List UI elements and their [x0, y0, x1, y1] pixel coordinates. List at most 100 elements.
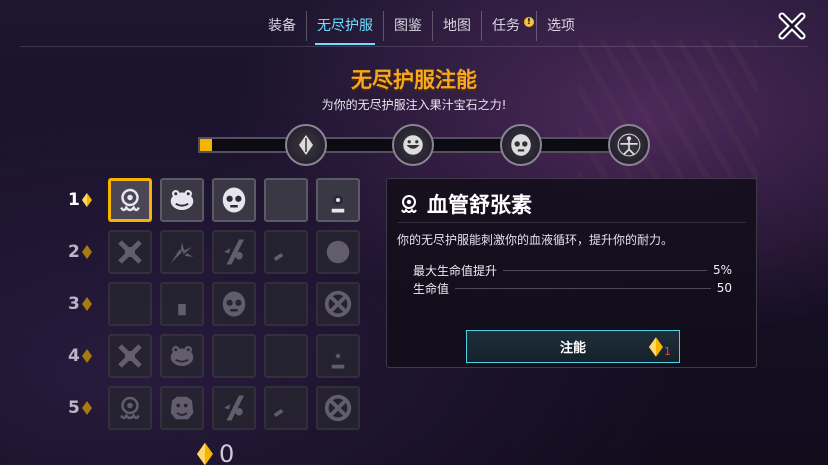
perk-slot[interactable] — [316, 334, 360, 378]
perk-slot[interactable] — [316, 282, 360, 326]
perk-slot[interactable] — [212, 334, 256, 378]
stat-leader — [455, 287, 711, 289]
tab-quests[interactable]: 任务! — [482, 11, 537, 41]
tentacle-face-icon — [120, 396, 140, 420]
perk-slot[interactable] — [264, 386, 308, 430]
infuse-cost: 1 — [649, 337, 671, 357]
close-x-icon — [778, 12, 806, 40]
perk-slot[interactable] — [108, 178, 152, 222]
progress-fill — [200, 139, 213, 151]
fleur-mask-icon — [271, 185, 301, 215]
swirl-icon — [273, 252, 284, 262]
close-button[interactable] — [778, 12, 806, 40]
cost-amount: 1 — [664, 345, 671, 358]
perk-slot[interactable] — [212, 230, 256, 274]
row-number: 3 — [68, 294, 80, 314]
tab-equipment[interactable]: 装备 — [258, 11, 307, 41]
juice-gem-icon — [81, 349, 92, 363]
row-number: 5 — [68, 398, 80, 418]
tab-label: 无尽护服 — [317, 18, 373, 34]
page-title: 无尽护服注能 — [351, 68, 477, 92]
tab-map[interactable]: 地图 — [433, 11, 482, 41]
milestone-4[interactable] — [608, 124, 650, 166]
round-mask-icon — [222, 291, 246, 317]
milestone-1[interactable] — [285, 124, 327, 166]
tab-label: 选项 — [547, 18, 575, 34]
nav-divider — [20, 46, 808, 47]
page-subtitle: 为你的无尽护服注入果汁宝石之力! — [321, 98, 507, 112]
infuse-button[interactable]: 注能 1 — [466, 330, 680, 363]
round-mask-icon — [222, 187, 246, 213]
stat-value: 5% — [712, 263, 732, 277]
perk-slot[interactable] — [264, 178, 308, 222]
helmet-face-icon — [331, 351, 345, 369]
crossed-cross-icon — [118, 344, 142, 368]
row-number: 4 — [68, 346, 80, 366]
juice-gem-balance: 0 — [197, 440, 234, 465]
frog-face-icon — [170, 346, 194, 366]
milestone-2[interactable] — [392, 124, 434, 166]
stat-leader — [503, 269, 707, 271]
perk-slot[interactable] — [160, 386, 204, 430]
perk-slot[interactable] — [160, 178, 204, 222]
slash-mark-icon — [224, 239, 244, 265]
perk-slot[interactable] — [108, 334, 152, 378]
perk-slot[interactable] — [160, 282, 204, 326]
perk-slot[interactable] — [264, 282, 308, 326]
perk-slot[interactable] — [212, 178, 256, 222]
tab-options[interactable]: 选项 — [537, 11, 585, 41]
tab-endless-suit[interactable]: 无尽护服 — [307, 11, 384, 45]
tab-codex[interactable]: 图鉴 — [384, 11, 433, 41]
spiral-skull-icon — [326, 240, 350, 264]
crossed-cross-icon — [118, 240, 142, 264]
perk-slot[interactable] — [108, 282, 152, 326]
perk-slot[interactable] — [212, 386, 256, 430]
row-label-5: 5 — [68, 398, 100, 418]
row-number: 2 — [68, 242, 80, 262]
mushroom-icon — [176, 298, 188, 316]
target-cross-icon — [324, 394, 352, 422]
perk-slot[interactable] — [108, 386, 152, 430]
top-nav: 装备 无尽护服 图鉴 地图 任务! 选项 — [258, 10, 585, 45]
perk-slot[interactable] — [160, 334, 204, 378]
tab-label: 装备 — [268, 18, 296, 34]
stat-name: 最大生命值提升 — [413, 263, 498, 278]
shard-burst-icon — [170, 242, 194, 264]
perk-slot[interactable] — [264, 230, 308, 274]
gem-count: 0 — [219, 440, 235, 465]
juice-gem-icon — [81, 193, 92, 207]
perk-slot[interactable] — [316, 230, 360, 274]
row-label-1: 1 — [68, 190, 100, 210]
fleur-mask-icon — [271, 289, 301, 319]
fleur-icon — [115, 289, 145, 319]
perk-header: 血管舒张素 — [397, 189, 532, 219]
juice-gem-icon — [81, 297, 92, 311]
tab-label: 地图 — [443, 18, 471, 34]
infuse-label: 注能 — [559, 341, 586, 356]
flame-face-icon — [280, 356, 292, 360]
skull-mask-icon — [511, 134, 531, 156]
tentacle-face-icon — [120, 188, 140, 212]
tab-label: 图鉴 — [394, 18, 422, 34]
juice-gem-icon — [81, 245, 92, 259]
alert-badge: ! — [524, 17, 534, 27]
tri-swirl-icon — [219, 341, 249, 371]
perk-slot[interactable] — [160, 230, 204, 274]
vitruvian-icon — [617, 133, 641, 157]
perk-slot[interactable] — [316, 178, 360, 222]
tab-label: 任务 — [492, 18, 520, 34]
helmet-face-icon — [331, 195, 345, 213]
perk-slot[interactable] — [264, 334, 308, 378]
perk-slot[interactable] — [108, 230, 152, 274]
juice-gem-icon — [81, 401, 92, 415]
stat-value: 50 — [716, 281, 732, 295]
perk-slot[interactable] — [316, 386, 360, 430]
row-number: 1 — [68, 190, 80, 210]
juice-gem-icon — [197, 442, 213, 465]
panel-divider — [397, 222, 746, 223]
row-label-3: 3 — [68, 294, 100, 314]
perk-description: 你的无尽护服能刺激你的血液循环，提升你的耐力。 — [397, 233, 674, 247]
milestone-3[interactable] — [500, 124, 542, 166]
perk-slot[interactable] — [212, 282, 256, 326]
perk-title: 血管舒张素 — [427, 193, 532, 217]
